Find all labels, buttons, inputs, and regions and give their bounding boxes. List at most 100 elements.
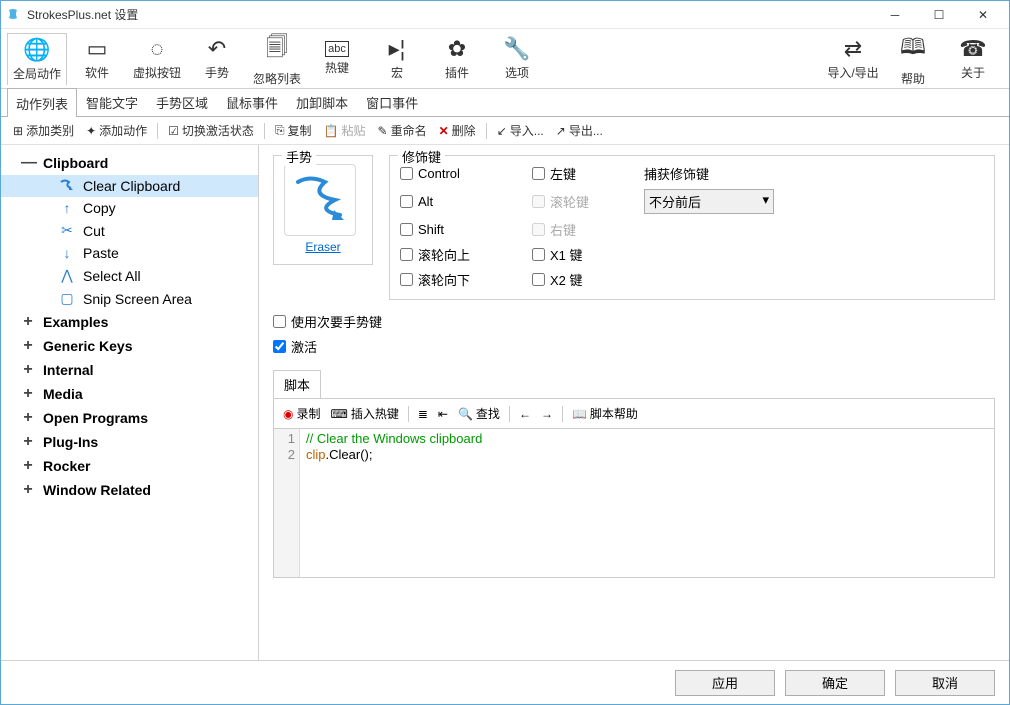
tree-cat-plugins[interactable]: +Plug-Ins: [1, 430, 258, 454]
cancel-button[interactable]: 取消: [895, 670, 995, 696]
checkbox-x2[interactable]: X2 键: [532, 270, 622, 289]
globe-icon: 🌐: [23, 37, 50, 63]
gesture-name-link[interactable]: Eraser: [284, 240, 362, 254]
arrow-down-icon: ↓: [59, 245, 75, 261]
tree-cat-window-related[interactable]: +Window Related: [1, 478, 258, 502]
delete-icon: ✕: [439, 124, 449, 138]
gesture-group: 手势 Eraser: [273, 155, 373, 265]
find-button[interactable]: 🔍查找: [455, 403, 503, 424]
indent-button[interactable]: ≣: [415, 405, 431, 423]
checkbox-right: 右键: [532, 220, 622, 239]
checkbox-alt[interactable]: Alt: [400, 194, 510, 209]
outdent-icon: ⇤: [438, 407, 448, 421]
toolbar-software[interactable]: ▭软件: [67, 33, 127, 85]
outdent-button[interactable]: ⇤: [435, 405, 451, 423]
checkbox-control[interactable]: Control: [400, 166, 510, 181]
record-icon: ◉: [283, 407, 293, 421]
modifiers-legend: 修饰键: [398, 147, 445, 166]
import-button[interactable]: ↙导入...: [493, 119, 548, 142]
apply-button[interactable]: 应用: [675, 670, 775, 696]
tree-cat-generic-keys[interactable]: +Generic Keys: [1, 334, 258, 358]
arrow-up-icon: ↑: [59, 200, 75, 216]
export-button[interactable]: ↗导出...: [552, 119, 607, 142]
tab-smart-text[interactable]: 智能文字: [77, 87, 147, 116]
script-tab[interactable]: 脚本: [273, 370, 321, 398]
record-button[interactable]: ◉录制: [280, 403, 324, 424]
app-icon: [5, 7, 21, 23]
tree-item-copy[interactable]: ↑Copy: [1, 197, 258, 219]
tree-cat-rocker[interactable]: +Rocker: [1, 454, 258, 478]
prev-button[interactable]: ←: [516, 405, 534, 423]
help-icon: 🕮: [900, 30, 926, 68]
minimize-button[interactable]: ─: [873, 2, 917, 28]
sub-toolbar: ⊞添加类别 ✦添加动作 ☑切换激活状态 ⎘复制 📋粘贴 ✎重命名 ✕删除 ↙导入…: [1, 117, 1009, 145]
script-help-button[interactable]: 📖脚本帮助: [569, 403, 641, 424]
tree-item-snip[interactable]: ▢Snip Screen Area: [1, 287, 258, 310]
tree-item-select-all[interactable]: ⋀Select All: [1, 264, 258, 287]
ok-button[interactable]: 确定: [785, 670, 885, 696]
tree-cat-examples[interactable]: +Examples: [1, 310, 258, 334]
toolbar-virtual-button[interactable]: ◌虚拟按钮: [127, 33, 187, 85]
tree-cat-media[interactable]: +Media: [1, 382, 258, 406]
window-title: StrokesPlus.net 设置: [27, 6, 873, 23]
line-gutter: 12: [274, 429, 300, 577]
tab-action-list[interactable]: 动作列表: [7, 88, 77, 117]
toolbar-gesture[interactable]: ↶手势: [187, 33, 247, 85]
arrow-right-icon: →: [541, 407, 553, 421]
tree-cat-internal[interactable]: +Internal: [1, 358, 258, 382]
tree-cat-clipboard[interactable]: —Clipboard: [1, 151, 258, 175]
tree-item-paste[interactable]: ↓Paste: [1, 242, 258, 264]
paste-button[interactable]: 📋粘贴: [320, 119, 370, 142]
toolbar-ignore-list[interactable]: 🗐忽略列表: [247, 33, 307, 85]
next-button[interactable]: →: [538, 405, 556, 423]
arrow-left-icon: ←: [519, 407, 531, 421]
maximize-button[interactable]: ☐: [917, 2, 961, 28]
checkbox-wheeldown[interactable]: 滚轮向下: [400, 270, 510, 289]
copy-button[interactable]: ⎘复制: [271, 119, 316, 142]
gesture-preview[interactable]: [284, 164, 356, 236]
indent-icon: ≣: [418, 407, 428, 421]
paste-icon: 📋: [324, 124, 339, 138]
checkbox-activate[interactable]: 激活: [273, 337, 995, 356]
toggle-state-button[interactable]: ☑切换激活状态: [164, 119, 258, 142]
script-editor[interactable]: 12 // Clear the Windows clipboard clip.C…: [273, 428, 995, 578]
tree-cat-open-programs[interactable]: +Open Programs: [1, 406, 258, 430]
window-icon: ▭: [87, 36, 108, 62]
close-button[interactable]: ✕: [961, 2, 1005, 28]
tab-window-event[interactable]: 窗口事件: [357, 87, 427, 116]
play-icon: ▸¦: [389, 36, 406, 62]
tab-mouse-event[interactable]: 鼠标事件: [217, 87, 287, 116]
checkbox-wheelup[interactable]: 滚轮向上: [400, 245, 510, 264]
expand-icon: +: [21, 337, 35, 355]
gesture-icon: [59, 178, 75, 194]
tab-gesture-region[interactable]: 手势区域: [147, 87, 217, 116]
section-tabs: 动作列表 智能文字 手势区域 鼠标事件 加卸脚本 窗口事件: [1, 89, 1009, 117]
toolbar-global-actions[interactable]: 🌐全局动作: [7, 33, 67, 85]
tree-item-cut[interactable]: ✂Cut: [1, 219, 258, 242]
toolbar-plugin[interactable]: ✿插件: [427, 33, 487, 85]
rename-button[interactable]: ✎重命名: [374, 119, 431, 142]
add-category-button[interactable]: ⊞添加类别: [9, 119, 78, 142]
tree-item-clear-clipboard[interactable]: Clear Clipboard: [1, 175, 258, 197]
insert-hotkey-button[interactable]: ⌨插入热键: [328, 403, 402, 424]
toolbar-macro[interactable]: ▸¦宏: [367, 33, 427, 85]
add-action-button[interactable]: ✦添加动作: [82, 119, 151, 142]
search-icon: 🔍: [458, 407, 473, 421]
expand-icon: +: [21, 313, 35, 331]
import-icon: ↙: [497, 124, 507, 138]
checkbox-left[interactable]: 左键: [532, 164, 622, 183]
toolbar-help[interactable]: 🕮帮助: [883, 33, 943, 85]
tab-load-script[interactable]: 加卸脚本: [287, 87, 357, 116]
toolbar-hotkey[interactable]: abc热键: [307, 33, 367, 85]
checkbox-secondary-gesture[interactable]: 使用次要手势键: [273, 312, 995, 331]
rename-icon: ✎: [378, 124, 388, 138]
collapse-icon: —: [21, 154, 35, 172]
capture-dropdown[interactable]: 不分前后▾: [644, 189, 774, 214]
checkbox-shift[interactable]: Shift: [400, 222, 510, 237]
code-area[interactable]: // Clear the Windows clipboard clip.Clea…: [300, 429, 994, 577]
toolbar-import-export[interactable]: ⇄导入/导出: [823, 33, 883, 85]
checkbox-x1[interactable]: X1 键: [532, 245, 622, 264]
toolbar-options[interactable]: 🔧选项: [487, 33, 547, 85]
delete-button[interactable]: ✕删除: [435, 119, 480, 142]
toolbar-about[interactable]: ☎关于: [943, 33, 1003, 85]
